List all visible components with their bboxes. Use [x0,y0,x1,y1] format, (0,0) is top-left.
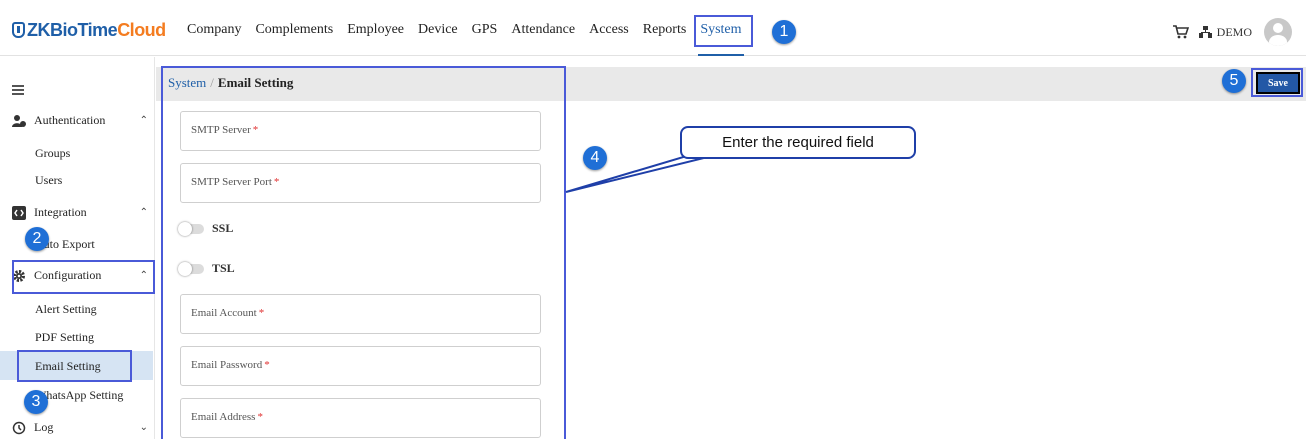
nav-attendance[interactable]: Attendance [511,22,575,38]
nav-access[interactable]: Access [589,22,629,38]
avatar[interactable] [1264,18,1292,46]
sidebar-item-alert-setting[interactable]: Alert Setting [35,302,97,317]
organization-icon [1198,26,1212,38]
shield-logo-icon [12,22,25,38]
main-nav: Company Complements Employee Device GPS … [187,22,756,56]
users-icon [12,114,26,127]
step-2-badge: 2 [25,227,49,251]
chevron-down-icon: ⌄ [139,422,148,433]
nav-device[interactable]: Device [418,22,458,38]
top-navbar: ZKBioTime Cloud Company Complements Emplo… [0,0,1306,56]
system-highlight-box [694,15,753,47]
header-tools: DEMO [1172,18,1292,46]
form-highlight-box [161,66,566,439]
sidebar-group-log[interactable]: Log ⌄ [12,420,148,435]
step-3-badge: 3 [24,390,48,414]
step-1-badge: 1 [772,20,796,44]
step-5-badge: 5 [1222,69,1246,93]
nav-reports[interactable]: Reports [643,22,687,38]
logo[interactable]: ZKBioTime Cloud [12,19,166,41]
save-highlight-box [1251,68,1303,97]
sidebar-group-authentication[interactable]: Authentication ⌃ [12,113,148,128]
user-name[interactable]: DEMO [1217,25,1252,40]
nav-employee[interactable]: Employee [347,22,404,38]
configuration-highlight-box [12,260,155,294]
sidebar-item-groups[interactable]: Groups [35,146,70,161]
nav-gps[interactable]: GPS [472,22,498,38]
history-icon [12,421,26,434]
email-setting-highlight-box [17,350,132,382]
cart-icon[interactable] [1172,25,1189,39]
collapse-menu-icon[interactable] [12,85,24,95]
sidebar-item-pdf-setting[interactable]: PDF Setting [35,330,94,345]
sidebar-item-users[interactable]: Users [35,173,62,188]
nav-complements[interactable]: Complements [255,22,333,38]
chevron-up-icon: ⌃ [139,115,148,126]
callout-bubble: Enter the required field [680,126,916,159]
step-4-badge: 4 [583,146,607,170]
nav-company[interactable]: Company [187,22,241,38]
sidebar-item-whatsapp-setting[interactable]: WhatsApp Setting [35,388,123,403]
integration-icon [12,205,26,220]
sidebar-group-integration[interactable]: Integration ⌃ [12,205,148,220]
chevron-up-icon: ⌃ [139,207,148,218]
